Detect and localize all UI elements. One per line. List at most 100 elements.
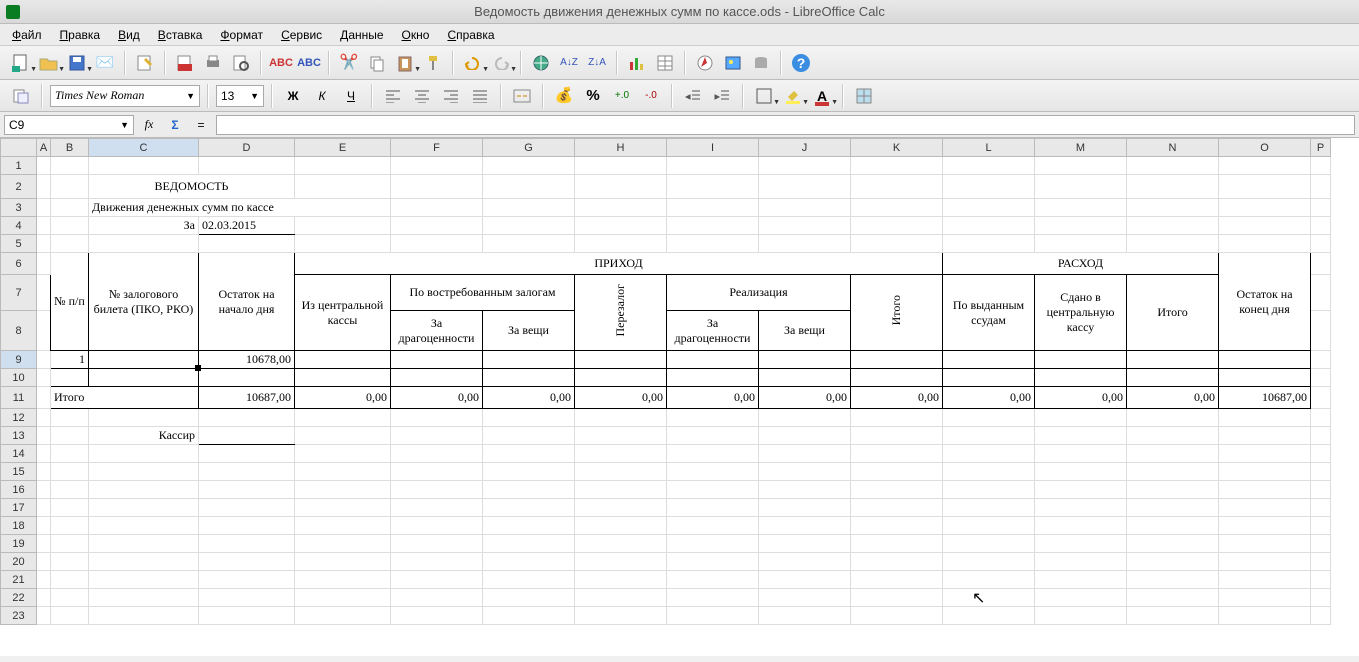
autospell-button[interactable]: ABC <box>296 50 322 76</box>
col-header[interactable]: N <box>1127 139 1219 157</box>
redo-button[interactable]: ▼ <box>488 50 514 76</box>
col-header[interactable]: O <box>1219 139 1311 157</box>
menu-tools[interactable]: Сервис <box>273 26 330 44</box>
row-header[interactable]: 12 <box>1 409 37 427</box>
table-button[interactable] <box>652 50 678 76</box>
paste-button[interactable]: ▼ <box>392 50 418 76</box>
datasources-button[interactable] <box>748 50 774 76</box>
row-header[interactable]: 4 <box>1 217 37 235</box>
font-name-combo[interactable]: Times New Roman ▼ <box>50 85 200 107</box>
menu-window[interactable]: Окно <box>394 26 438 44</box>
col-header[interactable]: G <box>483 139 575 157</box>
row-header[interactable]: 8 <box>1 311 37 351</box>
export-pdf-button[interactable] <box>172 50 198 76</box>
menu-edit[interactable]: Правка <box>52 26 109 44</box>
row-header[interactable]: 1 <box>1 157 37 175</box>
col-header[interactable]: K <box>851 139 943 157</box>
select-all-corner[interactable] <box>1 139 37 157</box>
row-header[interactable]: 17 <box>1 499 37 517</box>
align-center-button[interactable] <box>409 83 435 109</box>
selected-cell[interactable] <box>89 351 199 369</box>
font-color-button[interactable]: A▼ <box>809 83 835 109</box>
equals-button[interactable]: = <box>190 115 212 135</box>
col-header[interactable]: I <box>667 139 759 157</box>
col-header[interactable]: P <box>1311 139 1331 157</box>
row-header[interactable]: 5 <box>1 235 37 253</box>
edit-mode-button[interactable] <box>132 50 158 76</box>
print-button[interactable] <box>200 50 226 76</box>
row-header[interactable]: 7 <box>1 275 37 311</box>
spreadsheet-grid[interactable]: A B C D E F G H I J K L M N O P 1 2ВЕДОМ… <box>0 138 1359 656</box>
function-wizard-button[interactable]: fx <box>138 115 160 135</box>
bold-button[interactable]: Ж <box>280 83 306 109</box>
add-decimal-button[interactable]: +.0 <box>609 83 635 109</box>
navigator-button[interactable] <box>692 50 718 76</box>
menu-format[interactable]: Формат <box>212 26 271 44</box>
bg-color-button[interactable]: ▼ <box>780 83 806 109</box>
spellcheck-button[interactable]: ABC <box>268 50 294 76</box>
decrease-indent-button[interactable] <box>680 83 706 109</box>
menu-file[interactable]: Файл <box>4 26 50 44</box>
menu-view[interactable]: Вид <box>110 26 148 44</box>
undo-button[interactable]: ▼ <box>460 50 486 76</box>
percent-button[interactable]: % <box>580 83 606 109</box>
formula-input[interactable] <box>216 115 1355 135</box>
merge-cells-button[interactable] <box>509 83 535 109</box>
font-size-combo[interactable]: 13 ▼ <box>216 85 264 107</box>
align-justify-button[interactable] <box>467 83 493 109</box>
grid-lines-button[interactable] <box>851 83 877 109</box>
row-header[interactable]: 18 <box>1 517 37 535</box>
cut-button[interactable]: ✂️ <box>336 50 362 76</box>
row-header[interactable]: 2 <box>1 175 37 199</box>
col-header[interactable]: H <box>575 139 667 157</box>
gallery-button[interactable] <box>720 50 746 76</box>
col-header[interactable]: B <box>51 139 89 157</box>
align-left-button[interactable] <box>380 83 406 109</box>
sort-desc-button[interactable]: Z↓A <box>584 50 610 76</box>
sort-asc-button[interactable]: A↓Z <box>556 50 582 76</box>
fill-handle[interactable] <box>195 365 201 371</box>
increase-indent-button[interactable] <box>709 83 735 109</box>
chart-button[interactable] <box>624 50 650 76</box>
hyperlink-button[interactable] <box>528 50 554 76</box>
align-right-button[interactable] <box>438 83 464 109</box>
row-header[interactable]: 9 <box>1 351 37 369</box>
row-header[interactable]: 22 <box>1 589 37 607</box>
sum-button[interactable]: Σ <box>164 115 186 135</box>
cell-reference-box[interactable]: C9 ▼ <box>4 115 134 135</box>
menu-insert[interactable]: Вставка <box>150 26 211 44</box>
col-header[interactable]: C <box>89 139 199 157</box>
help-button[interactable]: ? <box>788 50 814 76</box>
row-header[interactable]: 13 <box>1 427 37 445</box>
row-header[interactable]: 11 <box>1 387 37 409</box>
col-header[interactable]: E <box>295 139 391 157</box>
col-header[interactable]: J <box>759 139 851 157</box>
row-header[interactable]: 21 <box>1 571 37 589</box>
row-header[interactable]: 6 <box>1 253 37 275</box>
row-header[interactable]: 16 <box>1 481 37 499</box>
row-header[interactable]: 19 <box>1 535 37 553</box>
italic-button[interactable]: К <box>309 83 335 109</box>
styles-button[interactable] <box>8 83 34 109</box>
currency-button[interactable]: 💰 <box>551 83 577 109</box>
col-header[interactable]: D <box>199 139 295 157</box>
col-header[interactable]: L <box>943 139 1035 157</box>
open-button[interactable]: ▼ <box>36 50 62 76</box>
menu-help[interactable]: Справка <box>439 26 502 44</box>
row-header[interactable]: 15 <box>1 463 37 481</box>
col-header[interactable]: M <box>1035 139 1127 157</box>
copy-button[interactable] <box>364 50 390 76</box>
borders-button[interactable]: ▼ <box>751 83 777 109</box>
row-header[interactable]: 23 <box>1 607 37 625</box>
row-header[interactable]: 10 <box>1 369 37 387</box>
mail-button[interactable]: ✉️ <box>92 50 118 76</box>
row-header[interactable]: 14 <box>1 445 37 463</box>
col-header[interactable]: F <box>391 139 483 157</box>
row-header[interactable]: 20 <box>1 553 37 571</box>
format-paintbrush-button[interactable] <box>420 50 446 76</box>
remove-decimal-button[interactable]: -.0 <box>638 83 664 109</box>
col-header[interactable]: A <box>37 139 51 157</box>
print-preview-button[interactable] <box>228 50 254 76</box>
new-button[interactable]: ▼ <box>8 50 34 76</box>
underline-button[interactable]: Ч <box>338 83 364 109</box>
